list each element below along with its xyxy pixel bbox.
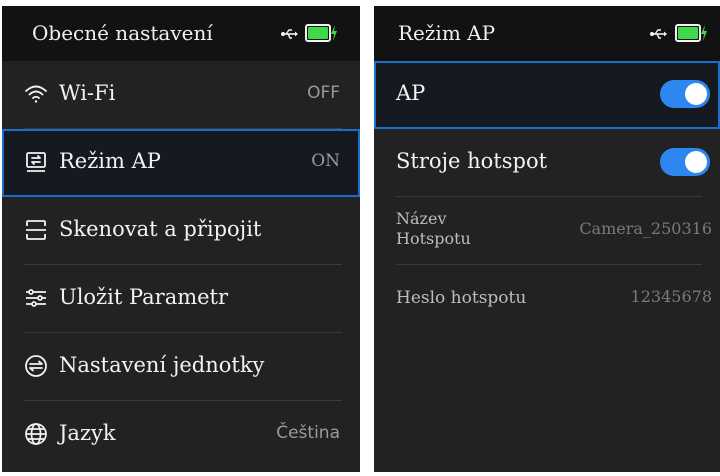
language-value: Čeština bbox=[276, 423, 340, 443]
menu-item-language[interactable]: Jazyk Čeština bbox=[2, 401, 360, 469]
ap-label: AP bbox=[396, 81, 426, 105]
menu-item-label: Režim AP bbox=[59, 149, 161, 173]
ap-toggle-switch[interactable] bbox=[660, 80, 710, 108]
general-settings-screen: Obecné nastavení Wi-Fi OFF Režim AP ON S… bbox=[2, 6, 360, 472]
scan-icon bbox=[26, 220, 46, 240]
status-header: Režim AP bbox=[374, 6, 720, 61]
ap-mode-screen: Režim AP AP Stroje hotspot Název Hotspot… bbox=[374, 6, 720, 472]
globe-icon bbox=[25, 423, 47, 445]
ap-toggle-row[interactable]: AP bbox=[374, 61, 720, 129]
sliders-icon bbox=[26, 289, 46, 307]
hotspot-name-value: Camera_250316 bbox=[579, 219, 712, 238]
menu-item-unit-settings[interactable]: Nastavení jednotky bbox=[2, 333, 360, 401]
machine-hotspot-label: Stroje hotspot bbox=[396, 149, 548, 173]
hotspot-password-label: Heslo hotspotu bbox=[396, 288, 527, 308]
status-header: Obecné nastavení bbox=[2, 6, 360, 61]
machine-hotspot-row[interactable]: Stroje hotspot bbox=[374, 129, 720, 197]
battery-icon bbox=[305, 24, 337, 42]
ap-mode-status-value: ON bbox=[311, 151, 340, 171]
wifi-icon bbox=[25, 85, 47, 103]
usb-icon bbox=[281, 29, 298, 39]
page-title: Režim AP bbox=[398, 21, 496, 45]
menu-item-label: Skenovat a připojit bbox=[59, 217, 262, 241]
menu-item-label: Jazyk bbox=[59, 421, 116, 445]
machine-hotspot-toggle-switch[interactable] bbox=[660, 148, 710, 176]
hotspot-name-row[interactable]: Název Hotspotu Camera_250316 bbox=[374, 197, 720, 265]
unit-icon bbox=[25, 355, 47, 377]
ap-mode-icon bbox=[26, 152, 46, 172]
wifi-status-value: OFF bbox=[307, 83, 340, 103]
menu-item-wifi[interactable]: Wi-Fi OFF bbox=[2, 61, 360, 129]
menu-item-label: Nastavení jednotky bbox=[59, 353, 265, 377]
hotspot-name-label: Název Hotspotu bbox=[396, 209, 471, 248]
menu-item-scan-connect[interactable]: Skenovat a připojit bbox=[2, 197, 360, 265]
hotspot-password-row[interactable]: Heslo hotspotu 12345678 bbox=[374, 265, 720, 333]
menu-item-save-parameter[interactable]: Uložit Parametr bbox=[2, 265, 360, 333]
battery-icon bbox=[675, 24, 707, 42]
page-title: Obecné nastavení bbox=[32, 21, 213, 45]
menu-item-label: Wi-Fi bbox=[59, 81, 116, 105]
usb-icon bbox=[650, 29, 667, 39]
menu-item-ap-mode[interactable]: Režim AP ON bbox=[2, 129, 360, 197]
hotspot-password-value: 12345678 bbox=[630, 287, 712, 306]
menu-item-label: Uložit Parametr bbox=[59, 285, 229, 309]
